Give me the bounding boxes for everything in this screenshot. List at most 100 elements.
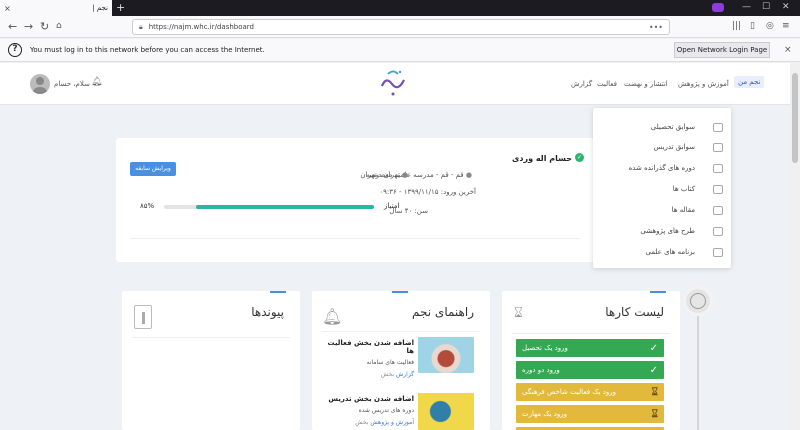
tasks-title: لیست کارها: [605, 305, 664, 319]
maximize-button[interactable]: ☐: [762, 2, 770, 12]
library-icon[interactable]: |||: [732, 21, 741, 31]
page-actions-icon[interactable]: •••: [649, 23, 663, 32]
account-icon[interactable]: ◎: [766, 21, 774, 31]
hourglass-icon: ⌛︎: [651, 386, 658, 398]
forward-arrow-icon[interactable]: →: [24, 20, 33, 33]
minimize-button[interactable]: —: [742, 2, 751, 12]
dropdown-item-programs[interactable]: برنامه های علمی: [601, 245, 723, 259]
card-accent: [650, 291, 666, 293]
edit-record-button[interactable]: ویرایش سابقه: [130, 162, 176, 176]
task-item[interactable]: ⌛︎ ورود یک فعالیت شاخص فرهنگی: [516, 383, 664, 401]
dropdown-label: برنامه های علمی: [645, 248, 695, 256]
task-label: ورود یک تحصیل: [522, 344, 568, 352]
divider: [322, 331, 480, 332]
score-percent: ۸۵%: [140, 202, 155, 210]
url-bar[interactable]: 🔒︎ https://najm.whc.ir/dashboard •••: [132, 19, 670, 35]
courses-icon: [713, 163, 723, 173]
card-accent: [392, 291, 408, 293]
teaching-icon: [713, 142, 723, 152]
close-window-button[interactable]: ✕: [782, 2, 790, 12]
guide-item[interactable]: اضافه شدن بخش فعالیت ها فعالیت های سامان…: [320, 339, 414, 378]
guide-item-subtitle: دوره های تدریس شده: [358, 407, 414, 414]
tab-close-icon[interactable]: ×: [4, 4, 11, 13]
verified-icon: ✓: [575, 153, 584, 162]
url-text[interactable]: https://najm.whc.ir/dashboard: [149, 23, 254, 31]
guide-item-section: آموزش و پژوهش بخش: [320, 419, 414, 426]
guide-title: راهنمای نجم: [412, 305, 474, 319]
location-icon: ●: [401, 171, 408, 179]
guide-item-section-prefix: بخش: [355, 419, 369, 426]
bell-icon[interactable]: 🔔︎: [91, 77, 102, 87]
browser-nav-bar: ← → ↻ ⌂ 🔒︎ https://najm.whc.ir/dashboard…: [0, 16, 800, 38]
profile-city: ● تهران - تهران: [360, 171, 408, 179]
location-icon: ●: [465, 171, 472, 179]
dropdown-item-courses[interactable]: دوره های گذرانده شده: [601, 161, 723, 175]
scrollbar-thumb[interactable]: [792, 73, 798, 163]
page-scrollbar[interactable]: [790, 63, 800, 430]
avatar[interactable]: [30, 74, 50, 94]
task-label: ورود یک فعالیت شاخص فرهنگی: [522, 388, 616, 396]
score-label: امتیاز: [384, 202, 400, 210]
dropdown-item-books[interactable]: کتاب ها: [601, 182, 723, 196]
dropdown-item-education[interactable]: سوابق تحصیلی: [601, 120, 723, 134]
lock-icon: 🔒︎: [139, 22, 143, 31]
score-progress-bar: [164, 205, 374, 209]
notice-close-icon[interactable]: ×: [784, 45, 792, 55]
guide-item-section-prefix: بخش: [380, 371, 395, 378]
news-image[interactable]: [418, 393, 474, 430]
notice-message: You must log in to this network before y…: [30, 46, 265, 54]
links-card: پیوندها: [122, 291, 300, 430]
dropdown-item-teaching[interactable]: سوابق تدریس: [601, 140, 723, 154]
reload-icon[interactable]: ↻: [40, 20, 49, 33]
nav-education-research[interactable]: آموزش و پژوهش: [678, 80, 729, 88]
site-header: سلام، حسام 🔔︎ نجم من آموزش و پژوهش انتشا…: [0, 63, 790, 105]
program-icon: [713, 247, 723, 257]
nav-report[interactable]: گزارش: [571, 80, 592, 88]
sidebar-icon[interactable]: ▯: [750, 21, 755, 31]
hourglass-icon: ⌛︎: [651, 408, 658, 420]
profile-name-text: حسام اله وردی: [512, 154, 572, 163]
last-login: آخرین ورود: ۱۳۹۹/۱۱/۱۵ - ۰۹:۳۶: [379, 188, 476, 196]
card-accent: [270, 291, 286, 293]
bell-icon: 🔔︎: [322, 307, 343, 326]
guide-item-link[interactable]: آموزش و پژوهش: [370, 419, 414, 426]
article-icon: [713, 205, 723, 215]
guide-item[interactable]: اضافه شدن بخش تدریس دوره های تدریس شده آ…: [320, 395, 414, 426]
task-item[interactable]: ⌛︎ ورود یک مهارت: [516, 405, 664, 423]
dropdown-item-articles[interactable]: مقاله ها: [601, 203, 723, 217]
timeline-clock-icon: [683, 286, 713, 316]
score-progress-fill: [195, 205, 374, 209]
news-image[interactable]: [418, 337, 474, 373]
document-icon: [134, 305, 152, 329]
guide-item-title: اضافه شدن بخش فعالیت ها: [327, 339, 414, 355]
dropdown-label: طرح های پژوهشی: [640, 227, 695, 235]
nav-my-najm[interactable]: نجم من: [734, 76, 765, 88]
network-notice-bar: ? You must log in to this network before…: [0, 39, 800, 62]
profile-card: حسام اله وردی ✓ ● قم - قم - مدرسه علمیه …: [116, 138, 594, 262]
links-title: پیوندها: [251, 305, 284, 319]
user-greeting[interactable]: سلام، حسام: [54, 80, 90, 88]
task-item[interactable]: ✓ ورود یک تحصیل: [516, 339, 664, 357]
profile-city-text: تهران - تهران: [360, 171, 400, 179]
open-login-page-button[interactable]: Open Network Login Page: [674, 42, 770, 58]
dropdown-label: مقاله ها: [671, 206, 695, 214]
research-icon: [713, 226, 723, 236]
browser-tab[interactable]: نجم | ×: [0, 0, 112, 16]
najm-logo[interactable]: [376, 66, 410, 100]
education-icon: [713, 122, 723, 132]
menu-icon[interactable]: ≡: [782, 21, 790, 31]
nav-publication[interactable]: انتشار و نهضت: [624, 80, 668, 88]
tab-title: نجم |: [92, 4, 108, 12]
new-tab-button[interactable]: +: [116, 1, 125, 14]
guide-item-link[interactable]: گزارش: [396, 371, 414, 378]
dropdown-item-research[interactable]: طرح های پژوهشی: [601, 224, 723, 238]
back-arrow-icon[interactable]: ←: [8, 20, 17, 33]
check-icon: ✓: [649, 364, 658, 376]
home-icon[interactable]: ⌂: [56, 21, 62, 31]
task-label: ورود دو دوره: [522, 366, 560, 374]
hourglass-icon: ⌛︎: [514, 305, 523, 321]
private-browsing-icon: [712, 3, 724, 12]
guide-item-title: اضافه شدن بخش تدریس: [328, 395, 414, 403]
task-item[interactable]: ✓ ورود دو دوره: [516, 361, 664, 379]
nav-activity[interactable]: فعالیت: [597, 80, 617, 88]
